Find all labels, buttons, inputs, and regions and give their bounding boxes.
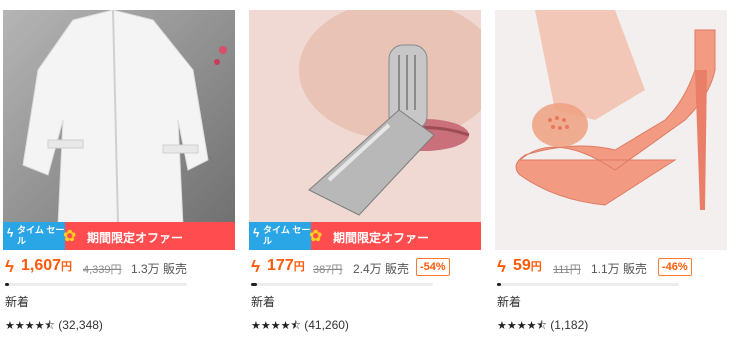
original-price: 4,339円: [83, 264, 122, 276]
sales-progress: [497, 283, 679, 286]
badge-label: タイム セール: [263, 225, 311, 246]
shoe-image: [495, 10, 727, 250]
rating: ★★★★⯪ (41,260): [251, 317, 349, 336]
flower-icon: ✿: [309, 228, 323, 245]
star-rating-icon: ★★★★⯪: [5, 320, 55, 332]
lightning-icon: ϟ: [5, 257, 14, 276]
original-price: 387円: [313, 264, 343, 276]
review-count: (32,348): [58, 318, 103, 332]
sales-progress: [5, 283, 187, 286]
original-price: 111円: [553, 264, 581, 276]
trimmer-image: [249, 10, 481, 240]
sale-price: 59円: [513, 257, 542, 274]
product-image[interactable]: [3, 10, 235, 240]
product-image[interactable]: [495, 10, 727, 250]
sale-price: 1,607円: [21, 257, 73, 274]
badge-label: タイム セール: [17, 225, 65, 246]
time-sale-badge: ϟ タイム セール: [3, 222, 65, 250]
price-row: ϟ 1,607円 4,339円 1.3万 販売: [3, 255, 235, 279]
rating: ★★★★⯪ (32,348): [5, 317, 103, 336]
lightning-icon: ϟ: [497, 257, 506, 276]
product-card[interactable]: ϟ タイム セール ✿ 期間限定オファー ϟ 1,607円 4,339円 1.3…: [3, 10, 235, 345]
new-tag: 新着: [497, 295, 522, 309]
time-sale-banner: ϟ タイム セール ✿ 期間限定オファー: [249, 222, 481, 250]
star-rating-icon: ★★★★⯪: [251, 320, 301, 332]
blouse-image: [3, 10, 235, 240]
sold-count: 1.3万 販売: [131, 262, 188, 276]
review-count: (41,260): [304, 318, 349, 332]
sale-price: 177円: [267, 257, 305, 274]
product-card[interactable]: ϟ タイム セール ✿ 期間限定オファー ϟ 177円 387円 2.4万 販売…: [249, 10, 481, 345]
rating: ★★★★⯪ (1,182): [497, 317, 588, 336]
sold-count: 1.1万 販売: [591, 262, 648, 276]
lightning-icon: ϟ: [7, 226, 14, 240]
product-image[interactable]: [249, 10, 481, 240]
banner-text: 期間限定オファー: [333, 231, 430, 245]
flower-icon: ✿: [63, 228, 77, 245]
price-row: ϟ 59円 111円 1.1万 販売 -46%: [495, 255, 727, 279]
lightning-icon: ϟ: [251, 257, 260, 276]
price-row: ϟ 177円 387円 2.4万 販売 -54%: [249, 255, 481, 279]
time-sale-banner: ϟ タイム セール ✿ 期間限定オファー: [3, 222, 235, 250]
product-card[interactable]: ϟ 59円 111円 1.1万 販売 -46% 新着 ★★★★⯪ (1,182): [495, 10, 727, 345]
review-count: (1,182): [550, 318, 589, 332]
star-rating-icon: ★★★★⯪: [497, 320, 547, 332]
discount-badge: -46%: [658, 258, 692, 276]
sold-count: 2.4万 販売: [353, 262, 410, 276]
banner-text: 期間限定オファー: [87, 231, 184, 245]
discount-badge: -54%: [416, 258, 450, 276]
time-sale-badge: ϟ タイム セール: [249, 222, 311, 250]
sales-progress: [251, 283, 433, 286]
new-tag: 新着: [251, 295, 276, 309]
new-tag: 新着: [5, 295, 30, 309]
lightning-icon: ϟ: [253, 226, 260, 240]
